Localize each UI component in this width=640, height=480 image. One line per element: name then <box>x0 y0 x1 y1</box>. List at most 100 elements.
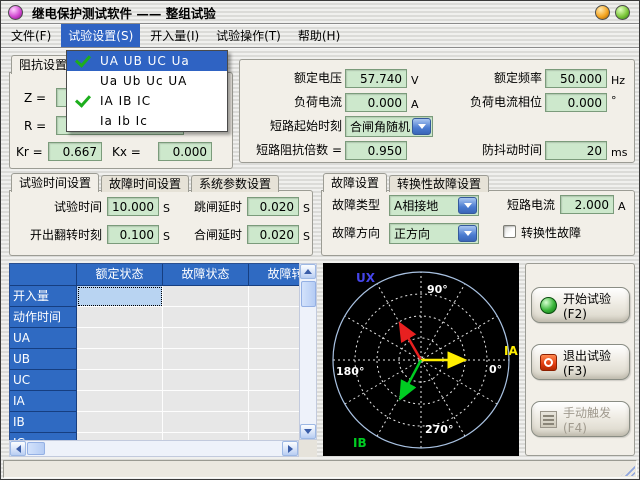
menu-help[interactable]: 帮助(H) <box>291 24 347 47</box>
exit-test-label: 退出试验(F3) <box>563 347 629 378</box>
table-cell[interactable] <box>163 412 249 433</box>
start-test-label: 开始试验(F2) <box>563 290 629 321</box>
flip-time-field[interactable]: 0.100 <box>107 225 159 244</box>
exit-test-button[interactable]: 退出试验(F3) <box>531 344 630 380</box>
table-cell[interactable] <box>249 286 299 307</box>
table-cell[interactable] <box>163 433 249 440</box>
table-cell[interactable] <box>77 307 163 328</box>
table-cell[interactable] <box>77 391 163 412</box>
table-cell[interactable] <box>163 391 249 412</box>
minimize-ball-icon[interactable] <box>595 5 610 20</box>
vertical-scrollbar[interactable] <box>299 263 317 440</box>
table-cell[interactable] <box>77 328 163 349</box>
table-cell[interactable] <box>77 412 163 433</box>
menu-test-operation[interactable]: 试验操作(T) <box>209 24 288 47</box>
menu-binary-input[interactable]: 开入量(I) <box>143 24 206 47</box>
chevron-down-icon[interactable] <box>412 118 431 135</box>
scroll-right-button[interactable] <box>282 441 298 456</box>
impedance-multiple-field[interactable]: 0.950 <box>345 141 407 160</box>
menu-item-ia-ib-ic-alt[interactable]: Ia Ib Ic <box>67 111 227 131</box>
short-current-unit: A <box>618 199 626 214</box>
table-cell[interactable] <box>249 370 299 391</box>
row-header: UC <box>10 370 77 391</box>
table-cell[interactable] <box>163 286 249 307</box>
table-cell[interactable] <box>249 412 299 433</box>
test-time-label: 试验时间 <box>16 200 102 215</box>
horizontal-scroll-thumb[interactable] <box>27 442 45 455</box>
menu-file[interactable]: 文件(F) <box>4 24 58 47</box>
short-start-combobox[interactable]: 合闸角随机 <box>345 116 433 137</box>
load-current-field[interactable]: 0.000 <box>345 93 407 112</box>
table-cell[interactable] <box>163 349 249 370</box>
kr-field[interactable]: 0.667 <box>48 142 102 161</box>
menu-item-ia-ib-ic[interactable]: IA IB IC <box>67 91 227 111</box>
tab-system-param-settings[interactable]: 系统参数设置 <box>191 175 279 192</box>
trip-delay-field[interactable]: 0.020 <box>247 197 299 216</box>
load-phase-field[interactable]: 0.000 <box>545 93 607 112</box>
close-delay-field[interactable]: 0.020 <box>247 225 299 244</box>
start-test-button[interactable]: 开始试验(F2) <box>531 287 630 323</box>
menu-test-settings[interactable]: 试验设置(S) <box>61 24 140 47</box>
fault-settings-panel: 故障设置 转换性故障设置 故障类型 A相接地 短路电流 2.000 A 故障方向… <box>321 173 635 256</box>
scroll-down-button[interactable] <box>300 424 316 439</box>
rated-freq-field[interactable]: 50.000 <box>545 69 607 88</box>
impedance-multiple-label: 短路阻抗倍数 = <box>240 143 342 158</box>
table-cell-selected[interactable] <box>77 286 163 307</box>
table-cell[interactable] <box>163 370 249 391</box>
table-cell[interactable] <box>77 349 163 370</box>
table-cell[interactable] <box>249 328 299 349</box>
fault-type-combobox[interactable]: A相接地 <box>389 195 479 216</box>
manual-trigger-label: 手动触发(F4) <box>563 404 629 435</box>
table-cell[interactable] <box>249 391 299 412</box>
scroll-up-button[interactable] <box>300 264 316 279</box>
table-row: 开入量 <box>10 286 299 307</box>
fault-type-value: A相接地 <box>394 198 438 214</box>
chevron-down-icon[interactable] <box>458 225 477 242</box>
col-header-rated-state: 额定状态 <box>77 264 163 286</box>
table-cell[interactable] <box>163 307 249 328</box>
r-label: R = <box>24 119 46 134</box>
table-cell[interactable] <box>249 307 299 328</box>
menu-item-label: Ia Ib Ic <box>100 114 148 128</box>
test-time-field[interactable]: 10.000 <box>107 197 159 216</box>
tab-fault-settings[interactable]: 故障设置 <box>323 173 387 192</box>
tab-test-time-settings[interactable]: 试验时间设置 <box>11 173 99 192</box>
load-phase-label: 负荷电流相位 <box>426 95 542 110</box>
convert-fault-checkbox[interactable] <box>503 225 516 238</box>
close-ball-icon[interactable] <box>615 5 630 20</box>
chevron-down-icon[interactable] <box>458 197 477 214</box>
check-icon <box>75 51 91 67</box>
menu-item-ua-ub-uc-alt[interactable]: Ua Ub Uc UA <box>67 71 227 91</box>
scroll-left-button[interactable] <box>10 441 26 456</box>
table-cell[interactable] <box>77 433 163 440</box>
resize-grip[interactable] <box>621 463 635 476</box>
vector-label-ux: UX <box>356 271 376 285</box>
fault-type-label: 故障类型 <box>332 198 380 213</box>
table-cell[interactable] <box>249 433 299 440</box>
kx-field[interactable]: 0.000 <box>158 142 212 161</box>
vertical-scroll-thumb[interactable] <box>301 281 316 307</box>
tab-fault-time-settings[interactable]: 故障时间设置 <box>101 175 189 192</box>
short-current-field[interactable]: 2.000 <box>560 195 614 214</box>
fault-direction-combobox[interactable]: 正方向 <box>389 223 479 244</box>
rated-freq-unit: Hz <box>611 73 625 88</box>
short-start-value: 合闸角随机 <box>350 119 410 135</box>
scrollbar-corner <box>299 440 317 457</box>
row-header: IB <box>10 412 77 433</box>
row-header: UA <box>10 328 77 349</box>
horizontal-scrollbar[interactable] <box>9 440 299 457</box>
debounce-field[interactable]: 20 <box>545 141 607 160</box>
menu-item-ua-ub-uc[interactable]: UA UB UC Ua <box>67 51 227 71</box>
table-cell[interactable] <box>77 370 163 391</box>
rated-voltage-field[interactable]: 57.740 <box>345 69 407 88</box>
manual-trigger-button[interactable]: 手动触发(F4) <box>531 401 630 437</box>
rated-voltage-unit: V <box>411 73 419 88</box>
table-cell[interactable] <box>163 328 249 349</box>
app-menu-ball-icon[interactable] <box>8 5 23 20</box>
tab-convert-fault-settings[interactable]: 转换性故障设置 <box>389 175 489 192</box>
table-row: IB <box>10 412 299 433</box>
test-settings-dropdown-menu: UA UB UC Ua Ua Ub Uc UA IA IB IC Ia Ib I… <box>66 50 228 132</box>
table-cell[interactable] <box>249 349 299 370</box>
vector-label-ib: IB <box>353 436 367 450</box>
kx-label: Kx = <box>112 145 141 160</box>
